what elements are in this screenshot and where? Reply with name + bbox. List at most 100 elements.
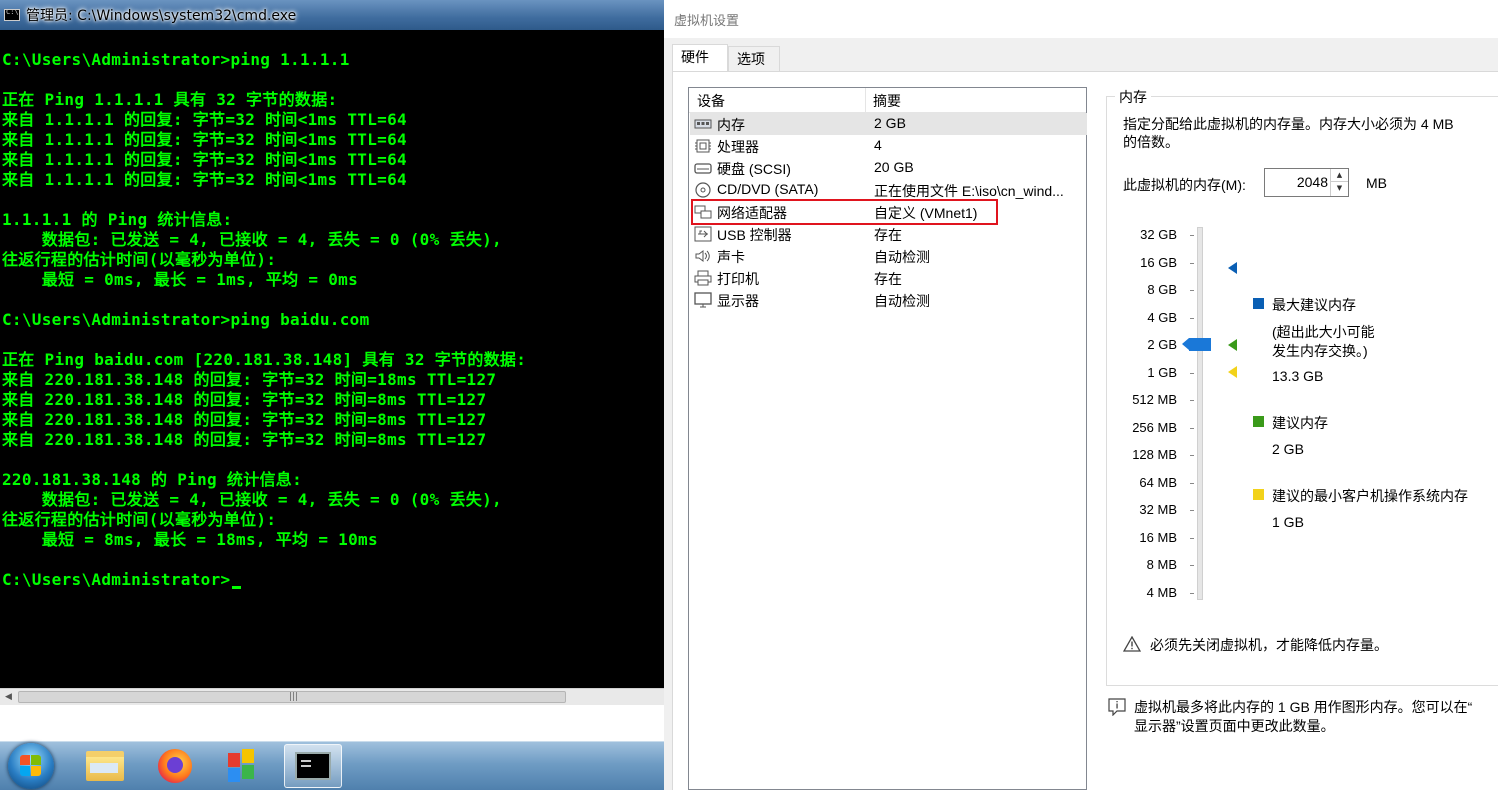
recommended-marker-icon [1228,339,1237,351]
console-line: 220.181.38.148 的 Ping 统计信息: [2,470,303,489]
scale-tick-label: 8 GB [1147,282,1177,297]
scale-tick-mark [1190,290,1194,291]
memory-spin-buttons: ▲ ▼ [1330,169,1348,196]
scale-tick-mark [1190,482,1194,484]
scale-tick-mark [1190,317,1194,319]
console-line: 1.1.1.1 的 Ping 统计信息: [2,210,233,229]
max-recommended-note-line2: 发生内存交换。) [1272,343,1368,359]
windows-flag-icon [20,755,42,777]
taskbar-firefox[interactable] [146,744,204,788]
device-row-sound-card[interactable]: 声卡 自动检测 [690,245,1087,267]
device-row-usb[interactable]: USB 控制器 存在 [690,223,1087,245]
console-line: C:\Users\Administrator>ping 1.1.1.1 [2,50,350,69]
max-recommended-title: 最大建议内存 [1272,297,1356,313]
scale-tick-label: 64 MB [1139,474,1177,490]
column-separator[interactable] [865,88,866,113]
console-line: 往返行程的估计时间(以毫秒为单位): [2,510,277,529]
memory-icon [694,116,712,132]
scale-tick-mark [1190,372,1194,374]
console-line: 来自 1.1.1.1 的回复: 字节=32 时间<1ms TTL=64 [2,130,407,149]
device-row-memory[interactable]: 内存 2 GB [690,113,1087,135]
device-name: 内存 [717,117,745,133]
min-recommended-title: 建议的最小客户机操作系统内存 [1272,488,1468,504]
processor-icon [694,138,712,154]
memory-description-line2: 的倍数。 [1123,134,1179,150]
device-list[interactable]: 设备 摘要 内存 2 GB 处理器 4 硬盘 (SCSI) 20 GB CD/DVD (SA… [688,87,1087,790]
scale-tick-label: 32 MB [1139,502,1177,517]
device-row-cd-dvd[interactable]: CD/DVD (SATA) 正在使用文件 E:\iso\cn_wind... [690,179,1087,201]
memory-unit-label: MB [1366,175,1387,191]
cd-dvd-icon [694,182,712,198]
info-icon [1108,698,1126,716]
scrollbar-thumb[interactable]: ||| [18,691,566,703]
device-name: 处理器 [717,139,759,155]
console-line: 数据包: 已发送 = 4, 已接收 = 4, 丢失 = 0 (0% 丢失), [2,230,502,249]
memory-size-stepper[interactable]: 2048 ▲ ▼ [1264,168,1349,197]
device-summary: 2 GB [874,115,906,131]
memory-input-label: 此虚拟机的内存(M): [1123,177,1246,193]
cmd-titlebar[interactable]: 管理员: C:\Windows\system32\cmd.exe [0,0,664,30]
device-row-processor[interactable]: 处理器 4 [690,135,1087,157]
desktop-gap [0,705,664,741]
console-line: 来自 220.181.38.148 的回复: 字节=32 时间=18ms TTL… [2,370,497,389]
usb-icon [694,226,712,242]
scale-tick-label: 128 MB [1132,447,1177,462]
device-summary: 正在使用文件 E:\iso\cn_wind... [874,183,1064,199]
scale-tick-mark [1190,427,1194,429]
console-cursor [232,586,242,589]
device-name: USB 控制器 [717,227,792,243]
device-row-printer[interactable]: 打印机 存在 [690,267,1087,289]
column-header-device[interactable]: 设备 [697,91,725,111]
tab-options[interactable]: 选项 [728,46,780,71]
spin-down-icon[interactable]: ▼ [1331,182,1348,195]
min-recommended-legend-icon [1253,489,1264,500]
taskbar-app-tiles[interactable] [214,744,272,788]
console-line: 来自 220.181.38.148 的回复: 字节=32 时间=8ms TTL=… [2,390,487,409]
dialog-titlebar[interactable]: 虚拟机设置 [664,0,1498,38]
device-name: 打印机 [717,271,759,287]
taskbar [0,741,664,790]
device-summary: 20 GB [874,159,914,175]
memory-size-value[interactable]: 2048 [1297,174,1328,190]
graphics-memory-info-line2: 显示器”设置页面中更改此数量。 [1134,718,1335,734]
app-tiles-icon [228,749,258,783]
max-recommended-value: 13.3 GB [1272,368,1324,384]
column-header-summary[interactable]: 摘要 [873,91,901,111]
tab-hardware[interactable]: 硬件 [672,44,728,72]
memory-slider-track[interactable] [1197,227,1203,600]
start-button[interactable] [8,743,54,789]
console-line: C:\Users\Administrator>ping baidu.com [2,310,370,329]
console-line: 来自 1.1.1.1 的回复: 字节=32 时间<1ms TTL=64 [2,150,407,169]
scale-tick-label: 4 GB [1147,309,1177,325]
console-line: 来自 1.1.1.1 的回复: 字节=32 时间<1ms TTL=64 [2,110,407,129]
scale-tick-mark [1190,235,1194,236]
device-name: 硬盘 (SCSI) [717,161,791,177]
cmd-horizontal-scrollbar[interactable]: ◀ ||| [0,688,664,705]
device-row-display[interactable]: 显示器 自动检测 [690,289,1087,311]
console-line: 最短 = 8ms, 最长 = 18ms, 平均 = 10ms [2,530,378,549]
device-row-hard-disk[interactable]: 硬盘 (SCSI) 20 GB [690,157,1087,179]
console-line: 来自 220.181.38.148 的回复: 字节=32 时间=8ms TTL=… [2,430,487,449]
max-recommended-legend-icon [1253,298,1264,309]
console-line: 数据包: 已发送 = 4, 已接收 = 4, 丢失 = 0 (0% 丢失), [2,490,502,509]
device-name: CD/DVD (SATA) [717,181,819,197]
recommended-legend-icon [1253,416,1264,427]
taskbar-file-explorer[interactable] [76,744,134,788]
console-line: 来自 220.181.38.148 的回复: 字节=32 时间=8ms TTL=… [2,410,487,429]
cmd-window[interactable]: 管理员: C:\Windows\system32\cmd.exe C:\User… [0,0,664,790]
min-recommended-value: 1 GB [1272,514,1304,530]
cmd-console-output[interactable]: C:\Users\Administrator>ping 1.1.1.1 正在 Pi… [0,30,664,688]
scale-tick-label: 16 MB [1139,529,1177,545]
console-line: 最短 = 0ms, 最长 = 1ms, 平均 = 0ms [2,270,359,289]
memory-slider-thumb[interactable] [1182,338,1211,351]
spin-up-icon[interactable]: ▲ [1331,169,1348,182]
scroll-left-arrow-icon[interactable]: ◀ [0,689,17,706]
taskbar-cmd-window[interactable] [284,744,342,788]
folder-icon [86,751,124,781]
scale-tick-mark [1190,592,1194,594]
cmd-app-icon [4,8,20,21]
memory-group-title: 内存 [1115,87,1151,107]
